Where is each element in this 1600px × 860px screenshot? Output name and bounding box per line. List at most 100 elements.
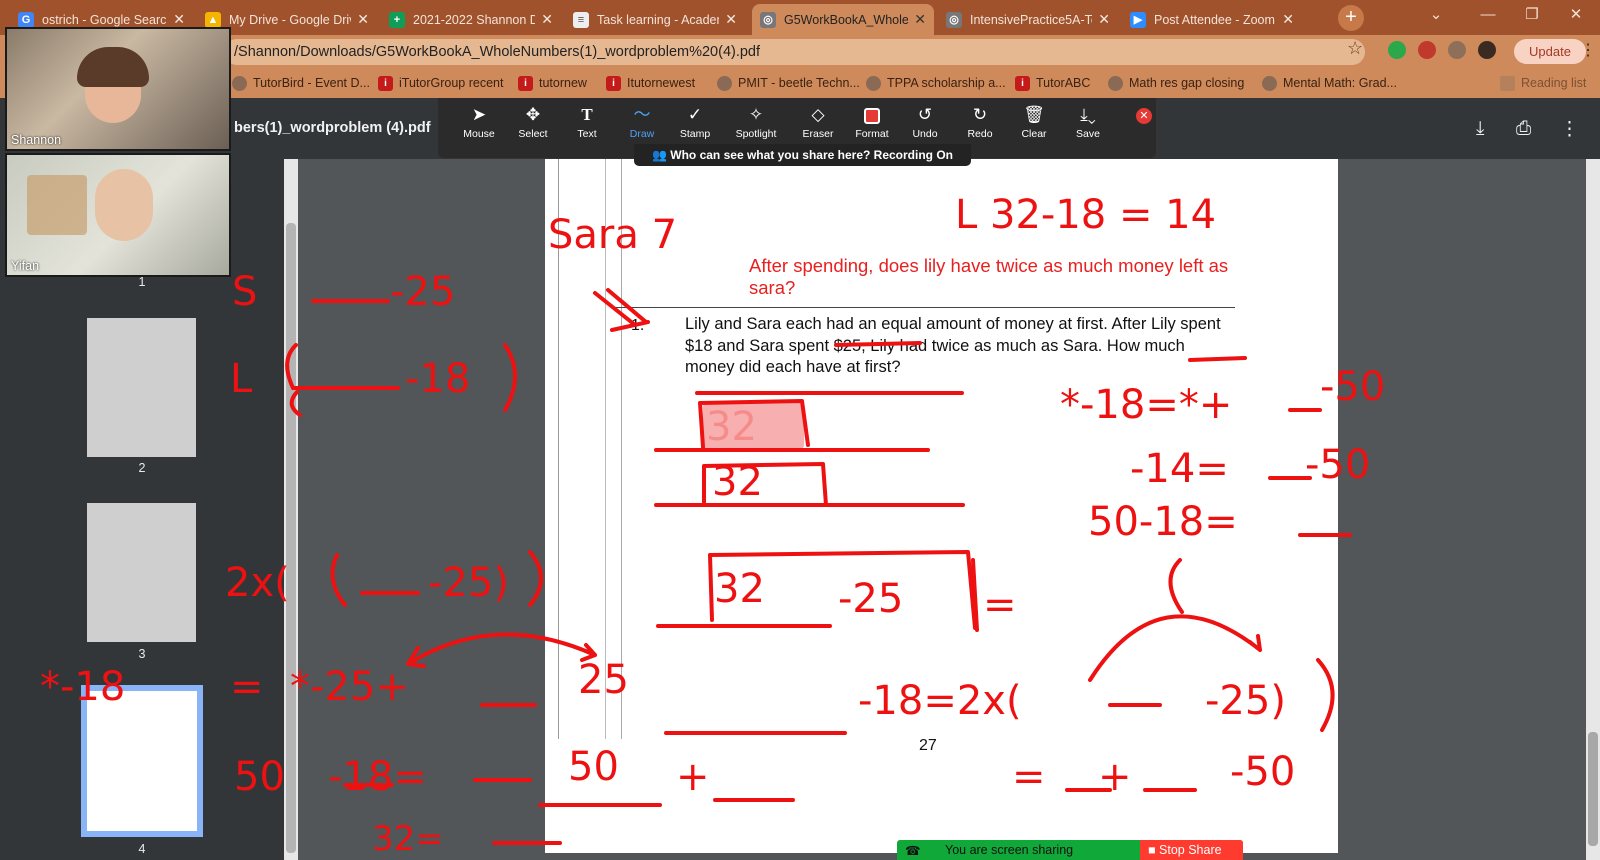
scrollbar-thumb[interactable] — [1588, 732, 1598, 846]
bookmark-tutornew[interactable]: i tutornew — [518, 74, 587, 92]
close-annotation-icon[interactable]: ✕ — [1136, 108, 1152, 124]
profile-avatar[interactable] — [1478, 41, 1496, 59]
tool-text[interactable]: T Text — [558, 104, 616, 140]
redo-icon: ↻ — [972, 105, 988, 124]
minimize-icon[interactable]: — — [1466, 0, 1510, 30]
participant-name: Yifan — [11, 259, 40, 273]
recording-banner[interactable]: 👥 Who can see what you share here? Recor… — [634, 144, 971, 166]
bookmark-star-icon[interactable]: ☆ — [1347, 38, 1363, 59]
tool-format[interactable]: Format — [843, 104, 901, 140]
tool-undo[interactable]: ↺ Undo — [896, 104, 954, 140]
restore-icon[interactable]: ❐ — [1510, 0, 1554, 30]
bookmark-itutornewest[interactable]: i Itutornewest — [606, 74, 695, 92]
zoom-video-panel: Shannon Yifan — [5, 27, 231, 281]
close-icon[interactable]: ✕ — [1282, 11, 1294, 28]
close-icon[interactable]: ✕ — [357, 11, 369, 28]
stop-share-button[interactable]: ■ Stop Share — [1140, 840, 1243, 860]
reading-list-button[interactable]: Reading list — [1500, 74, 1586, 92]
close-icon[interactable]: ✕ — [173, 11, 185, 28]
bookmark-tutorbird[interactable]: TutorBird - Event D... — [232, 74, 370, 92]
bookmark-mental-math[interactable]: Mental Math: Grad... — [1262, 74, 1397, 92]
address-bar-row: /Shannon/Downloads/G5WorkBookA_WholeNumb… — [0, 35, 1600, 68]
tab-g5workbook[interactable]: ◎ G5WorkBookA_WholeN ✕ — [752, 4, 934, 35]
tool-spotlight[interactable]: ✧ Spotlight — [727, 104, 785, 140]
tool-redo[interactable]: ↻ Redo — [951, 104, 1009, 140]
reading-list-icon — [1500, 75, 1515, 91]
tool-draw[interactable]: 〜 Draw — [613, 104, 671, 140]
ublock-icon[interactable] — [1418, 41, 1436, 59]
more-options-icon[interactable]: ⋮ — [1560, 118, 1579, 141]
google-icon: G — [18, 11, 34, 28]
browser-tab-strip: G ostrich - Google Search ✕ ▲ My Drive -… — [0, 0, 1600, 35]
wall-map — [27, 175, 87, 235]
itutor-icon: i — [518, 75, 533, 91]
tool-select[interactable]: ✥ Select — [504, 104, 562, 140]
handwritten-question-text: After spending, does lily have twice as … — [749, 255, 1229, 298]
thumbnail-page-number: 3 — [138, 647, 146, 661]
people-icon: 👥 — [651, 148, 671, 162]
scrollbar-thumb[interactable] — [286, 223, 296, 853]
tab-search-icon[interactable]: ⌄ — [1414, 0, 1458, 30]
close-icon[interactable]: ✕ — [914, 11, 926, 28]
update-button[interactable]: Update — [1514, 39, 1586, 64]
globe-icon — [717, 75, 732, 91]
tab-label: 2021-2022 Shannon De — [413, 12, 536, 27]
bookmark-tppa[interactable]: TPPA scholarship a... — [866, 74, 1006, 92]
tab-label: Post Attendee - Zoom — [1154, 12, 1275, 27]
close-icon[interactable]: ✕ — [541, 11, 553, 28]
screen-share-bar: ☎ You are screen sharing ■ Stop Share — [897, 840, 1243, 860]
thumbnail-page-3[interactable] — [87, 503, 196, 642]
extension-icon[interactable] — [1388, 41, 1406, 59]
download-icon[interactable]: ⤓ — [1476, 118, 1484, 140]
thumbnail-page-4-selected[interactable] — [81, 685, 203, 837]
globe-icon: ◎ — [946, 11, 962, 28]
tab-zoom-attendee[interactable]: ▶ Post Attendee - Zoom ✕ — [1122, 4, 1302, 35]
thumbnail-page-2[interactable] — [87, 318, 196, 457]
draw-icon: 〜 — [633, 105, 651, 124]
tool-clear[interactable]: 🗑 Clear — [1005, 104, 1063, 140]
zoom-icon: ▶ — [1130, 11, 1146, 28]
pdf-page: After spending, does lily have twice as … — [545, 159, 1338, 853]
sidebar-scrollbar[interactable] — [284, 159, 298, 860]
new-tab-button[interactable]: + — [1338, 5, 1364, 31]
print-icon[interactable]: ⎙ — [1516, 118, 1531, 140]
participant-name: Shannon — [11, 133, 62, 147]
spotlight-icon: ✧ — [748, 105, 764, 124]
tab-intensive-practice[interactable]: ◎ IntensivePractice5A-Top ✕ — [938, 4, 1118, 35]
viewer-scrollbar[interactable] — [1586, 159, 1600, 860]
video-tile-shannon[interactable]: Shannon — [5, 27, 231, 151]
participant-face — [95, 169, 153, 241]
tool-save[interactable]: ⤓⌄ Save — [1059, 104, 1117, 140]
share-icon: ☎ — [905, 844, 921, 858]
text-icon: T — [581, 105, 593, 124]
bookmark-itutorgroup[interactable]: i iTutorGroup recent — [378, 74, 503, 92]
tool-stamp[interactable]: ✓ Stamp — [666, 104, 724, 140]
menu-kebab-icon[interactable]: ⋮ — [1580, 40, 1596, 60]
tab-sheets[interactable]: + 2021-2022 Shannon De ✕ — [381, 4, 561, 35]
tab-task-learning[interactable]: ≡ Task learning - Academ ✕ — [565, 4, 745, 35]
bookmark-math-res[interactable]: Math res gap closing — [1108, 74, 1244, 92]
cursor-icon: ➤ — [471, 105, 487, 124]
bookmark-tutorabc[interactable]: i TutorABC — [1015, 74, 1090, 92]
url-field[interactable]: /Shannon/Downloads/G5WorkBookA_WholeNumb… — [224, 39, 1365, 65]
tab-label: My Drive - Google Drive — [229, 12, 352, 27]
itutor-icon: i — [606, 75, 621, 91]
divider — [615, 307, 1235, 308]
close-icon[interactable]: ✕ — [725, 11, 737, 28]
itutor-icon: i — [1015, 75, 1030, 91]
tool-mouse[interactable]: ➤ Mouse — [450, 104, 508, 140]
stamp-icon: ✓ — [687, 105, 703, 124]
video-tile-yifan[interactable]: Yifan — [5, 153, 231, 277]
tab-label: ostrich - Google Search — [42, 12, 168, 27]
thumbnail-page-number: 4 — [138, 842, 146, 856]
globe-icon: ◎ — [760, 11, 776, 28]
globe-icon — [1108, 75, 1123, 91]
move-icon: ✥ — [525, 105, 541, 124]
close-icon[interactable]: ✕ — [1098, 11, 1110, 28]
itutor-icon: i — [378, 75, 393, 91]
trash-icon: 🗑 — [1023, 105, 1045, 124]
extensions-puzzle-icon[interactable] — [1448, 41, 1466, 59]
bookmark-pmit[interactable]: PMIT - beetle Techn... — [717, 74, 860, 92]
window-close-icon[interactable]: ✕ — [1554, 0, 1598, 30]
tool-eraser[interactable]: ◇ Eraser — [789, 104, 847, 140]
